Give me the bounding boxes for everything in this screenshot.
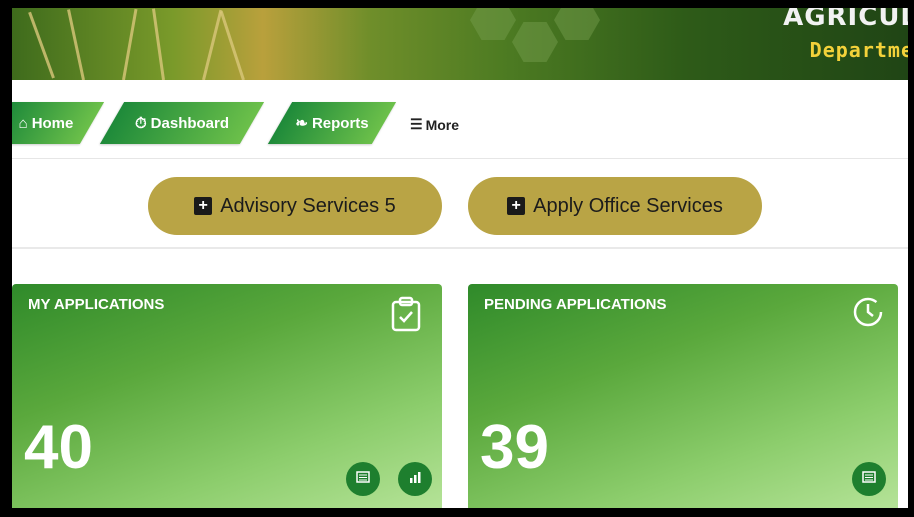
header-banner: AGRICUL Departme <box>12 8 908 80</box>
home-icon: ⌂ <box>18 114 28 132</box>
reports-icon: ❧ <box>295 115 308 132</box>
clock-icon <box>852 296 884 333</box>
advisory-services-label: Advisory Services 5 <box>220 194 396 217</box>
pending-applications-card[interactable]: PENDING APPLICATIONS 39 <box>468 284 898 508</box>
my-applications-card[interactable]: MY APPLICATIONS 40 <box>12 284 442 508</box>
card-count: 40 <box>24 413 93 482</box>
site-title: AGRICUL <box>783 8 908 32</box>
main-nav: ⌂ Home ⏱ Dashboard ❧ Reports ☰ More <box>12 80 908 159</box>
services-bar: + Advisory Services 5 + Apply Office Ser… <box>12 159 908 249</box>
nav-dashboard-label: Dashboard <box>150 114 230 132</box>
card-title: MY APPLICATIONS <box>28 296 165 313</box>
view-list-button[interactable] <box>346 462 380 496</box>
app-frame: AGRICUL Departme ⌂ Home ⏱ Dashboard ❧ Re… <box>12 8 908 508</box>
nav-dashboard[interactable]: ⏱ Dashboard <box>99 102 265 144</box>
nav-home-label: Home <box>31 114 74 132</box>
apply-office-services-button[interactable]: + Apply Office Services <box>468 177 762 235</box>
site-subtitle: Departme <box>809 38 908 62</box>
menu-icon: ☰ <box>410 116 423 132</box>
view-chart-button[interactable] <box>398 462 432 496</box>
nav-reports[interactable]: ❧ Reports <box>267 102 397 144</box>
nav-reports-label: Reports <box>311 114 369 132</box>
list-icon <box>862 470 876 488</box>
nav-more[interactable]: ☰ More <box>410 116 459 133</box>
dashboard-icon: ⏱ <box>134 114 147 132</box>
bar-chart-icon <box>408 470 422 488</box>
advisory-services-button[interactable]: + Advisory Services 5 <box>148 177 442 235</box>
list-icon <box>356 470 370 488</box>
nav-home[interactable]: ⌂ Home <box>12 102 105 144</box>
clipboard-check-icon <box>390 296 422 337</box>
view-list-button[interactable] <box>852 462 886 496</box>
plus-icon: + <box>507 197 526 215</box>
plus-icon: + <box>194 197 213 215</box>
card-count: 39 <box>480 413 549 482</box>
nav-more-label: More <box>425 116 460 133</box>
card-title: PENDING APPLICATIONS <box>484 296 667 313</box>
apply-office-services-label: Apply Office Services <box>533 194 723 217</box>
